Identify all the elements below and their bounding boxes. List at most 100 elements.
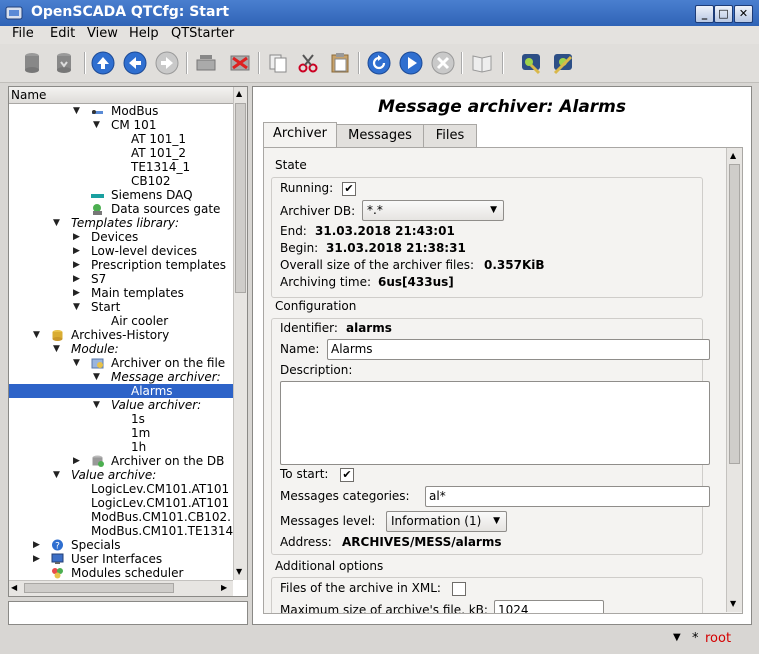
up-icon[interactable] [89,49,117,77]
archiver-db-select[interactable]: *.* ▼ [362,200,504,221]
vision-icon[interactable] [517,49,545,77]
tree-item-data-sources-gate[interactable]: Data sources gate [111,202,220,216]
tree-item-air-cooler[interactable]: Air cooler [111,314,168,328]
tree-item-archiver-on-the-file[interactable]: Archiver on the file [111,356,225,370]
back-icon[interactable] [121,49,149,77]
stop-icon[interactable] [429,49,457,77]
copy-icon[interactable] [264,49,292,77]
collapsed-arrow-icon[interactable]: ▶ [73,286,80,300]
expanded-arrow-icon[interactable]: ▼ [53,216,60,230]
tree-item-value-archive-1[interactable]: LogicLev.CM101.AT101 [91,482,229,496]
expanded-arrow-icon[interactable]: ▼ [33,328,40,342]
tree-item-at101-1[interactable]: AT 101_1 [131,132,186,146]
collapsed-arrow-icon[interactable]: ▶ [73,454,80,468]
tree-item-siemens-daq[interactable]: Siemens DAQ [111,188,193,202]
expanded-arrow-icon[interactable]: ▼ [93,118,100,132]
expanded-arrow-icon[interactable]: ▼ [93,398,100,412]
tree-item-cm101[interactable]: CM 101 [111,118,156,132]
collapsed-arrow-icon[interactable]: ▶ [73,230,80,244]
menu-view[interactable]: View [87,26,118,41]
tree-item-main-templates[interactable]: Main templates [91,286,184,300]
tree-item-specials[interactable]: Specials [71,538,121,552]
content-vscroll-thumb[interactable] [729,164,740,464]
tree-header[interactable]: Name [9,87,233,104]
scroll-left-icon[interactable]: ◀ [11,583,17,592]
running-checkbox[interactable]: ✔ [342,182,356,196]
xml-files-checkbox[interactable] [452,582,466,596]
status-user[interactable]: root [705,631,731,646]
tree-item-value-archive[interactable]: Value archive: [71,468,156,482]
delete-item-icon[interactable] [226,49,254,77]
tree-hscroll-thumb[interactable] [24,583,174,593]
tree-item-user-interfaces[interactable]: User Interfaces [71,552,162,566]
chevron-down-icon[interactable]: ▼ [673,632,681,643]
expanded-arrow-icon[interactable]: ▼ [53,342,60,356]
tree-horizontal-scrollbar[interactable]: ◀ ▶ [9,580,233,596]
description-textarea[interactable] [280,381,710,465]
name-input[interactable]: Alarms [327,339,710,360]
tree-vscroll-thumb[interactable] [235,103,246,293]
menu-edit[interactable]: Edit [50,26,75,41]
expanded-arrow-icon[interactable]: ▼ [73,104,80,118]
tree-item-archives-history[interactable]: Archives-History [71,328,169,342]
tree-item-prescription-templates[interactable]: Prescription templates [91,258,226,272]
tree-item-module[interactable]: Module: [71,342,119,356]
scroll-down-icon[interactable]: ▼ [236,567,242,576]
expanded-arrow-icon[interactable]: ▼ [73,300,80,314]
tree-item-modules-scheduler[interactable]: Modules scheduler [71,566,183,580]
db-save-icon[interactable] [50,49,78,77]
menu-file[interactable]: File [12,26,34,41]
tree-item-te1314-1[interactable]: TE1314_1 [131,160,190,174]
tree-item-1h[interactable]: 1h [131,440,146,454]
scroll-up-icon[interactable]: ▲ [236,89,242,98]
expanded-arrow-icon[interactable]: ▼ [53,468,60,482]
tree-vertical-scrollbar[interactable]: ▲ ▼ [233,87,247,580]
tree-item-value-archiver[interactable]: Value archiver: [111,398,201,412]
scroll-down-icon[interactable]: ▼ [730,599,736,608]
scroll-right-icon[interactable]: ▶ [221,583,227,592]
navigation-tree[interactable]: Name ▼ ModBus ▼ CM 101 AT 101_1 AT 101_2… [8,86,248,597]
tree-item-1s[interactable]: 1s [131,412,145,426]
messages-categories-input[interactable]: al* [425,486,710,507]
collapsed-arrow-icon[interactable]: ▶ [73,272,80,286]
cut-icon[interactable] [294,49,322,77]
maximize-button[interactable]: □ [714,5,733,23]
menu-qtstarter[interactable]: QTStarter [171,26,234,41]
tree-item-at101-2[interactable]: AT 101_2 [131,146,186,160]
tree-item-alarms-selected[interactable]: Alarms [9,384,233,398]
scroll-up-icon[interactable]: ▲ [730,151,736,160]
add-item-icon[interactable] [192,49,220,77]
tree-item-cb102[interactable]: CB102 [131,174,171,188]
max-size-input[interactable]: 1024 [494,600,604,613]
content-vertical-scrollbar[interactable]: ▲ ▼ [726,148,742,612]
tree-item-1m[interactable]: 1m [131,426,150,440]
configurator-icon[interactable] [549,49,577,77]
collapsed-arrow-icon[interactable]: ▶ [73,244,80,258]
tree-item-devices[interactable]: Devices [91,230,138,244]
tree-item-value-archive-3[interactable]: ModBus.CM101.CB102. [91,510,231,524]
tree-item-low-level-devices[interactable]: Low-level devices [91,244,197,258]
tree-item-archiver-on-the-db[interactable]: Archiver on the DB [111,454,224,468]
tree-item-value-archive-4[interactable]: ModBus.CM101.TE1314 [91,524,233,538]
tree-item-start[interactable]: Start [91,300,120,314]
tree-item-message-archiver[interactable]: Message archiver: [111,370,221,384]
tab-files[interactable]: Files [423,124,477,148]
tab-archiver[interactable]: Archiver [263,122,337,147]
expanded-arrow-icon[interactable]: ▼ [93,370,100,384]
refresh-icon[interactable] [365,49,393,77]
tree-item-templates-library[interactable]: Templates library: [71,216,179,230]
tree-item-modbus[interactable]: ModBus [111,104,158,118]
collapsed-arrow-icon[interactable]: ▶ [73,258,80,272]
tree-item-s7[interactable]: S7 [91,272,106,286]
tree-item-value-archive-2[interactable]: LogicLev.CM101.AT101 [91,496,229,510]
tab-messages[interactable]: Messages [336,124,424,148]
expanded-arrow-icon[interactable]: ▼ [73,356,80,370]
collapsed-arrow-icon[interactable]: ▶ [33,552,40,566]
messages-level-select[interactable]: Information (1) ▼ [386,511,507,532]
collapsed-arrow-icon[interactable]: ▶ [33,538,40,552]
paste-icon[interactable] [326,49,354,77]
forward-icon[interactable] [153,49,181,77]
minimize-button[interactable]: _ [695,5,714,23]
menu-help[interactable]: Help [129,26,159,41]
to-start-checkbox[interactable]: ✔ [340,468,354,482]
